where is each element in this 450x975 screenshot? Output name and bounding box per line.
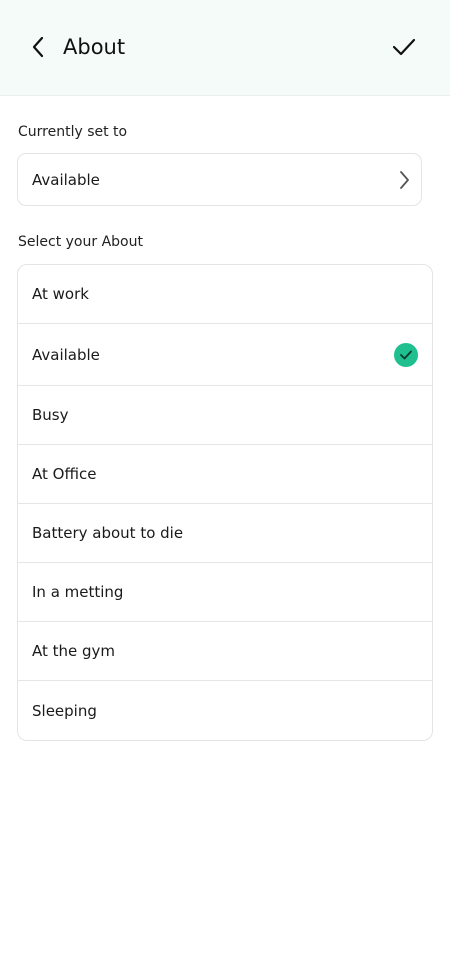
select-about-label: Select your About <box>18 234 143 250</box>
back-button[interactable] <box>24 30 52 64</box>
option-label: Busy <box>32 406 69 424</box>
option-label: In a metting <box>32 583 124 601</box>
option-label: At the gym <box>32 642 116 660</box>
option-battery-about-to-die[interactable]: Battery about to die <box>18 504 432 563</box>
option-busy[interactable]: Busy <box>18 386 432 445</box>
selected-check-icon <box>394 342 418 367</box>
option-label: Sleeping <box>32 701 97 720</box>
option-at-work[interactable]: At work <box>18 265 432 324</box>
option-at-office[interactable]: At Office <box>18 445 432 504</box>
option-available[interactable]: Available <box>18 324 432 386</box>
checkmark-icon <box>392 38 416 56</box>
chevron-left-icon <box>32 36 44 58</box>
option-in-a-meeting[interactable]: In a metting <box>18 563 432 622</box>
top-app-bar: About <box>0 0 450 96</box>
current-status-value: Available <box>32 170 100 189</box>
option-label: Battery about to die <box>32 524 184 542</box>
option-label: At work <box>32 285 89 303</box>
currently-set-label: Currently set to <box>18 124 128 140</box>
option-label: Available <box>32 345 100 364</box>
page-title: About <box>63 35 126 59</box>
about-options-list: At work Available Busy At Office Battery… <box>17 264 433 741</box>
option-sleeping[interactable]: Sleeping <box>18 681 432 740</box>
chevron-right-icon <box>400 171 409 189</box>
option-at-the-gym[interactable]: At the gym <box>18 622 432 681</box>
confirm-button[interactable] <box>388 30 420 64</box>
option-label: At Office <box>32 465 97 483</box>
current-status-selector[interactable]: Available <box>17 153 422 206</box>
